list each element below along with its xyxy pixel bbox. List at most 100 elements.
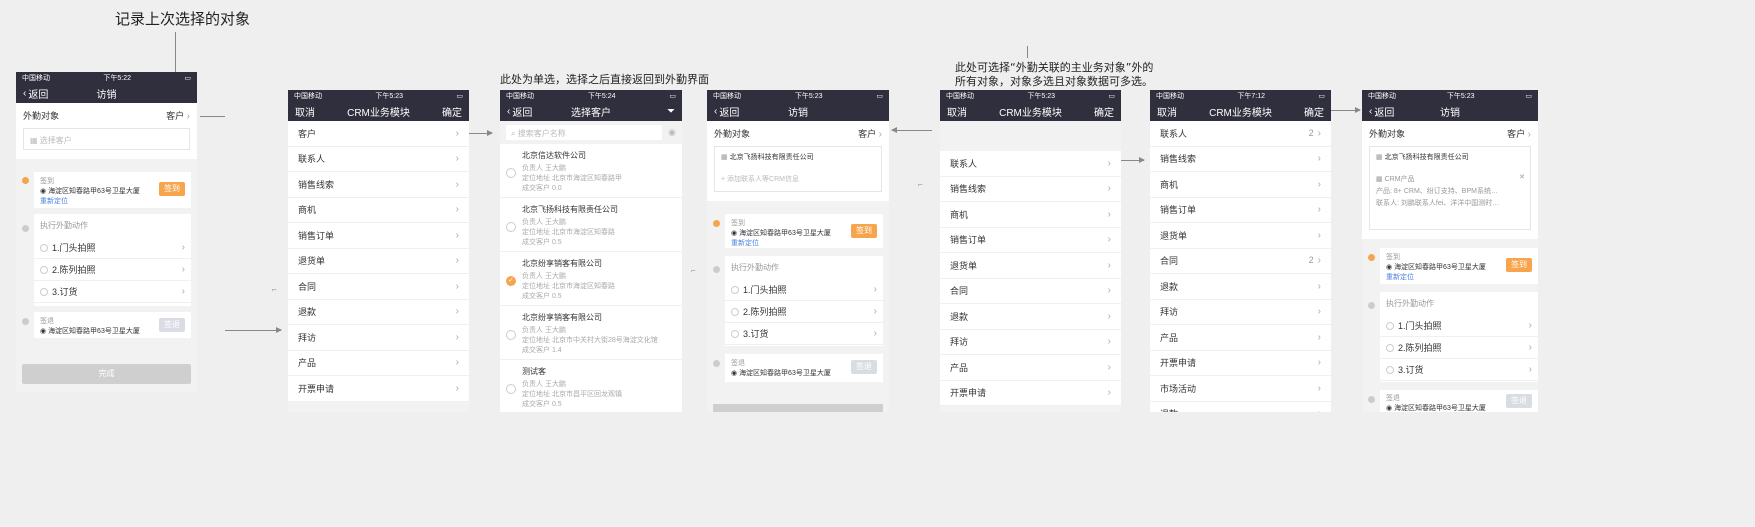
relocate-link[interactable]: 重新定位 — [40, 196, 185, 206]
row-right: › — [456, 255, 459, 266]
target-field-row[interactable]: 外勤对象 客户 › — [714, 127, 882, 140]
customer-item[interactable]: 北京飞扬科技有限责任公司 负责人 王大鹏 定位地址 北京市海淀区知春路 成交客户 0.… — [500, 198, 682, 252]
customer-select-input[interactable]: ▦ 选择客户 — [23, 128, 190, 150]
module-label: 销售订单 — [950, 235, 987, 246]
module-item[interactable]: 联系人 2 › — [1150, 121, 1331, 147]
checkin-button[interactable]: 签到 — [851, 224, 877, 238]
module-item[interactable]: 退款 › — [1150, 401, 1331, 412]
module-item[interactable]: 拜访 › — [1150, 299, 1331, 325]
relocate-link[interactable]: 重新定位 — [731, 238, 877, 248]
back-button[interactable]: ‹ 返回 — [23, 86, 48, 101]
module-item[interactable]: 合同 2 › — [1150, 248, 1331, 274]
action-label: 3.订货 — [1398, 365, 1424, 375]
module-item[interactable]: 销售线索 › — [940, 176, 1121, 202]
module-item[interactable]: 退款 › — [940, 304, 1121, 330]
complete-button[interactable] — [713, 404, 883, 412]
action-item[interactable]: 1.门头拍照 › — [725, 279, 883, 301]
target-field-row[interactable]: 外勤对象 客户 › — [1369, 127, 1531, 140]
module-item[interactable]: 开票申请 › — [288, 376, 469, 402]
action-item[interactable]: 1.门头拍照 › — [1380, 315, 1538, 337]
checkin-button[interactable]: 签到 — [1506, 258, 1532, 272]
confirm-button[interactable]: 确定 — [442, 104, 462, 119]
action-item[interactable]: 2.陈列拍照 › — [34, 259, 191, 281]
module-item[interactable]: 退货单 › — [940, 253, 1121, 279]
back-button[interactable]: ‹ 返回 — [507, 104, 532, 119]
checkout-address: 海淀区知春路甲63号卫星大厦 — [48, 328, 140, 335]
module-item[interactable]: 产品 › — [940, 355, 1121, 381]
action-item[interactable]: 3.订货 › — [725, 323, 883, 345]
module-label: 商机 — [298, 205, 317, 216]
module-item[interactable]: 联系人 › — [940, 151, 1121, 177]
carrier: 中国移动 — [1156, 92, 1184, 100]
chevron-right-icon: › — [455, 127, 459, 139]
customer-item[interactable]: ✓ 北京纷享销客有限公司 负责人 王大鹏 定位地址 北京市海淀区知春路 成交客户 0.5 — [500, 252, 682, 306]
module-item[interactable]: 退款 › — [288, 299, 469, 325]
module-item[interactable]: 市场活动 › — [1150, 376, 1331, 402]
row-right: › — [1318, 179, 1321, 190]
crm-contact-label: 联系人: — [1376, 200, 1399, 207]
cancel-button[interactable]: 取消 — [947, 104, 967, 119]
module-item[interactable]: 商机 › — [940, 202, 1121, 228]
chevron-right-icon: › — [873, 328, 877, 339]
checkout-button[interactable]: 签退 — [1506, 394, 1532, 408]
module-item[interactable]: 合同 › — [288, 274, 469, 300]
cancel-button[interactable]: 取消 — [1157, 104, 1177, 119]
carrier: 中国移动 — [22, 74, 50, 82]
customer-item[interactable]: 测试客 负责人 王大鹏 定位地址 北京市昌平区回龙观镇 成交客户 0.5 — [500, 360, 682, 412]
module-item[interactable]: 开票申请 › — [940, 380, 1121, 406]
action-item[interactable]: 3.订货 › — [34, 281, 191, 303]
module-item[interactable]: 合同 › — [940, 278, 1121, 304]
customer-item[interactable]: 北京纷享销客有限公司 负责人 王大鹏 定位地址 北京市中关村大街28号海淀文化馆 成交… — [500, 306, 682, 360]
module-item[interactable]: 退货单 › — [1150, 223, 1331, 249]
checkin-button[interactable]: 签到 — [159, 182, 185, 196]
chevron-right-icon: › — [1107, 336, 1111, 348]
target-field-row[interactable]: 外勤对象 客户 › — [23, 109, 190, 122]
close-icon[interactable]: ✕ — [1519, 173, 1525, 181]
checkout-button[interactable]: 签退 — [159, 318, 185, 332]
module-item[interactable]: 退货单 › — [288, 248, 469, 274]
module-item[interactable]: 销售订单 › — [1150, 197, 1331, 223]
back-button[interactable]: ‹ 返回 — [1369, 104, 1394, 119]
building-icon: ▦ — [30, 136, 38, 145]
relocate-link[interactable]: 重新定位 — [1386, 272, 1532, 282]
location-icon[interactable]: ◉ — [668, 127, 676, 138]
module-item[interactable]: 商机 › — [288, 197, 469, 223]
separator-mark: ⌐ — [691, 266, 696, 275]
checkout-button[interactable]: 签退 — [851, 360, 877, 374]
module-item[interactable]: 客户 › — [288, 121, 469, 147]
module-item[interactable]: 产品 › — [288, 350, 469, 376]
actions-title: 执行外勤动作 — [731, 263, 779, 272]
row-right: › — [1318, 306, 1321, 317]
screen-crm-module: 中国移动 下午5:23 ▭ 取消 CRM业务模块 确定 客户 › 联系人 › 销售线索 › 商机… — [288, 90, 469, 412]
action-item[interactable]: 3.订货 › — [1380, 359, 1538, 381]
module-item[interactable]: 开票申请 › — [1150, 350, 1331, 376]
cancel-button[interactable]: 取消 — [295, 104, 315, 119]
module-item[interactable]: 产品 › — [1150, 325, 1331, 351]
action-item[interactable]: 2.陈列拍照 › — [1380, 337, 1538, 359]
confirm-button[interactable]: 确定 — [1304, 104, 1324, 119]
module-item[interactable]: 拜访 › — [940, 329, 1121, 355]
module-item[interactable]: 销售订单 › — [940, 227, 1121, 253]
module-item[interactable]: 联系人 › — [288, 146, 469, 172]
filter-icon[interactable]: ⏷ — [667, 106, 675, 117]
module-item[interactable]: 销售线索 › — [288, 172, 469, 198]
module-item[interactable]: 销售线索 › — [1150, 146, 1331, 172]
search-icon: ⌕ — [511, 129, 516, 138]
action-item[interactable]: 2.陈列拍照 › — [725, 301, 883, 323]
module-item[interactable]: 拜访 › — [288, 325, 469, 351]
customer-item[interactable]: 北京信达软件公司 负责人 王大鹏 定位地址 北京市海淀区知春路甲 成交客户 0.0 — [500, 144, 682, 198]
search-input[interactable]: ⌕ 搜索客户名称 — [506, 125, 663, 140]
back-button[interactable]: ‹ 返回 — [714, 104, 739, 119]
customer-name: 北京纷享销客有限公司 — [522, 313, 602, 322]
confirm-button[interactable]: 确定 — [1094, 104, 1114, 119]
separator-mark: ⌐ — [918, 180, 923, 189]
module-item[interactable]: 商机 › — [1150, 172, 1331, 198]
module-item[interactable]: 销售订单 › — [288, 223, 469, 249]
selected-customer-box[interactable]: ▦ 北京飞扬科技有限责任公司 + 添加联系人等CRM信息 — [714, 146, 882, 192]
module-label: 商机 — [950, 209, 969, 220]
chevron-right-icon: › — [1317, 127, 1321, 139]
carrier: 中国移动 — [506, 92, 534, 100]
complete-button[interactable]: 完成 — [22, 364, 191, 384]
action-item[interactable]: 1.门头拍照 › — [34, 237, 191, 259]
module-item[interactable]: 退款 › — [1150, 274, 1331, 300]
